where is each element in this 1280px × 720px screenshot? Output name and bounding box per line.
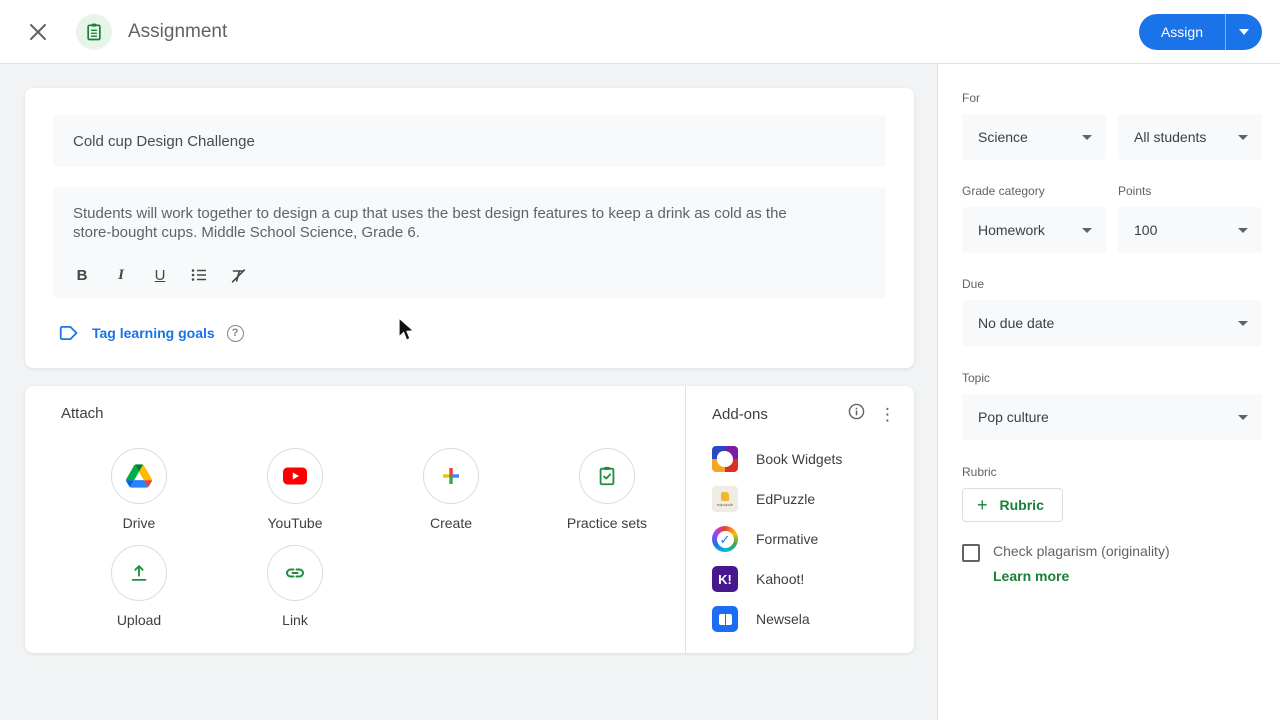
addon-label: Kahoot! (756, 571, 805, 587)
attach-upload-button[interactable]: Upload (111, 545, 167, 628)
page-title: Assignment (128, 20, 228, 42)
more-options-icon[interactable]: ⋮ (879, 406, 896, 423)
attach-practice-sets-button[interactable]: Practice sets (567, 448, 647, 531)
plus-icon: + (977, 495, 988, 515)
edpuzzle-icon: edpuzzle (712, 486, 738, 512)
addons-list: Book Widgets edpuzzle EdPuzzle ✓ Formati… (712, 439, 896, 639)
link-icon (267, 545, 323, 601)
attach-item-label: Upload (116, 612, 162, 628)
settings-sidebar: For Science All students Grade category (937, 64, 1280, 720)
chevron-down-icon (1238, 227, 1248, 233)
topic-label: Topic (962, 371, 991, 385)
book-widgets-icon (712, 446, 738, 472)
attach-grid: Drive YouTube Create Practice sets Uploa… (61, 448, 685, 628)
attach-item-label: Create (429, 515, 473, 531)
underline-icon[interactable]: U (151, 266, 169, 284)
bold-icon[interactable]: B (73, 266, 91, 284)
addon-book-widgets[interactable]: Book Widgets (712, 439, 896, 479)
bulleted-list-icon[interactable] (190, 266, 208, 284)
description-input[interactable]: Students will work together to design a … (53, 187, 886, 298)
grade-category-select[interactable]: Homework (962, 207, 1106, 253)
class-select[interactable]: Science (962, 114, 1106, 160)
attach-item-label: Practice sets (566, 515, 648, 531)
points-label: Points (1118, 184, 1152, 198)
newsela-icon (712, 606, 738, 632)
attach-title: Attach (61, 405, 104, 422)
youtube-icon (267, 448, 323, 504)
kahoot-icon: K! (712, 566, 738, 592)
main-content: Cold cup Design Challenge Students will … (0, 64, 937, 720)
points-select[interactable]: 100 (1118, 207, 1262, 253)
title-input[interactable]: Cold cup Design Challenge (53, 115, 886, 167)
info-icon[interactable] (848, 403, 865, 425)
addon-newsela[interactable]: Newsela (712, 599, 896, 639)
chevron-down-icon (1082, 227, 1092, 233)
attach-drive-button[interactable]: Drive (111, 448, 167, 531)
drive-icon (111, 448, 167, 504)
help-icon[interactable]: ? (226, 324, 244, 342)
addons-panel: Add-ons ⋮ Book Widgets edpuzzle EdPuzzle… (685, 386, 914, 653)
grade-category-label: Grade category (962, 184, 1045, 198)
formative-icon: ✓ (712, 526, 738, 552)
addon-edpuzzle[interactable]: edpuzzle EdPuzzle (712, 479, 896, 519)
addon-formative[interactable]: ✓ Formative (712, 519, 896, 559)
upload-icon (111, 545, 167, 601)
students-select[interactable]: All students (1118, 114, 1262, 160)
addon-label: EdPuzzle (756, 491, 816, 507)
rubric-label: Rubric (962, 465, 997, 479)
addon-label: Book Widgets (756, 451, 843, 467)
learn-more-link[interactable]: Learn more (993, 568, 1069, 584)
italic-icon[interactable]: I (112, 266, 130, 284)
due-date-select[interactable]: No due date (962, 300, 1262, 346)
assignment-details-card: Cold cup Design Challenge Students will … (25, 88, 914, 368)
addon-label: Newsela (756, 611, 810, 627)
close-icon[interactable] (24, 18, 52, 46)
chevron-down-icon (1238, 134, 1248, 140)
assign-split-button: Assign (1138, 13, 1262, 50)
attach-youtube-button[interactable]: YouTube (267, 448, 323, 531)
tag-icon (59, 326, 78, 340)
addon-label: Formative (756, 531, 819, 547)
assign-button[interactable]: Assign (1139, 13, 1226, 50)
attach-item-label: Drive (122, 515, 156, 531)
chevron-down-icon (1238, 414, 1248, 420)
topic-select[interactable]: Pop culture (962, 394, 1262, 440)
chevron-down-icon (1082, 134, 1092, 140)
format-toolbar: B I U (73, 266, 866, 284)
attach-create-button[interactable]: Create (423, 448, 479, 531)
tag-learning-goals-link[interactable]: Tag learning goals (59, 324, 215, 342)
plagiarism-label: Check plagarism (originality) (993, 543, 1170, 559)
attach-item-label: YouTube (267, 515, 323, 531)
for-label: For (962, 91, 980, 105)
attach-addons-card: Attach Drive YouTube Create Practice set… (25, 386, 914, 653)
plagiarism-checkbox[interactable] (962, 544, 980, 562)
addon-kahoot[interactable]: K! Kahoot! (712, 559, 896, 599)
clear-formatting-icon[interactable] (229, 266, 247, 284)
chevron-down-icon (1239, 28, 1249, 35)
tag-learning-goals-label: Tag learning goals (92, 325, 215, 341)
addons-title: Add-ons (712, 405, 768, 423)
tag-learning-goals-row: Tag learning goals ? (53, 324, 886, 342)
create-plus-icon (423, 448, 479, 504)
add-rubric-button[interactable]: + Rubric (962, 488, 1063, 522)
assign-dropdown-button[interactable] (1226, 14, 1262, 50)
description-text: Students will work together to design a … (73, 205, 787, 241)
assignment-clipboard-icon (76, 13, 112, 50)
chevron-down-icon (1238, 320, 1248, 326)
attach-link-button[interactable]: Link (267, 545, 323, 628)
practice-sets-icon (578, 448, 635, 504)
top-app-bar: Assignment Assign (0, 0, 1280, 64)
attach-item-label: Link (282, 612, 308, 628)
attach-panel: Attach Drive YouTube Create Practice set… (25, 386, 685, 653)
due-label: Due (962, 277, 985, 291)
plagiarism-row: Check plagarism (originality) (962, 543, 1262, 562)
